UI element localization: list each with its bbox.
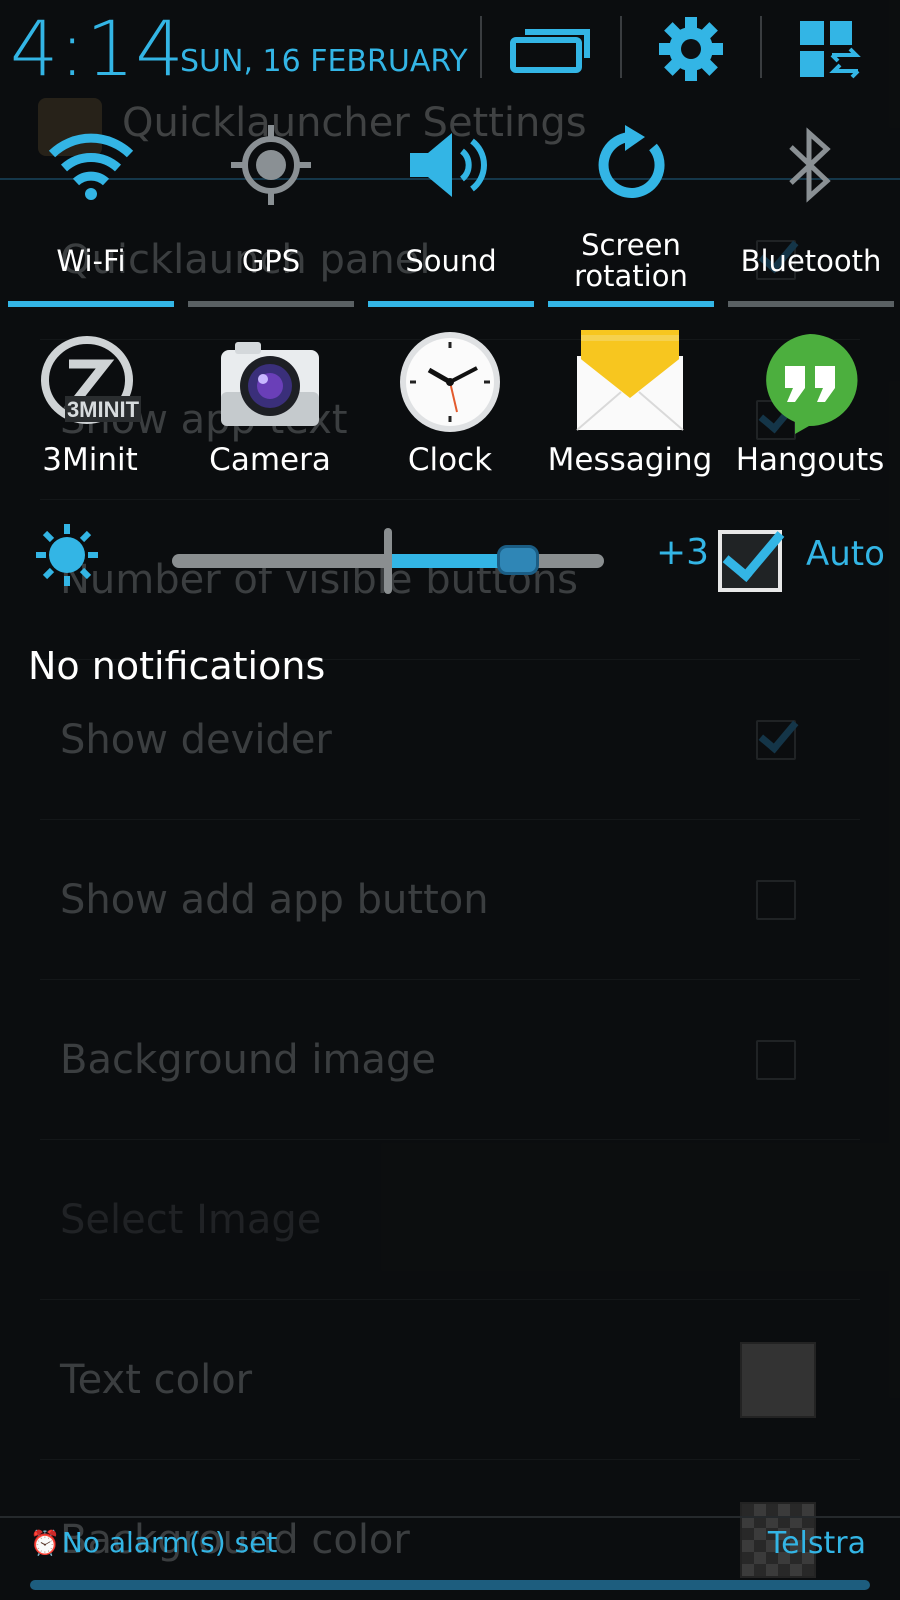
- toggle-bluetooth[interactable]: Bluetooth: [728, 110, 894, 315]
- toggle-indicator-on: [8, 301, 174, 307]
- toggle-indicator-off: [728, 301, 894, 307]
- header-clock[interactable]: 4:14: [10, 4, 185, 93]
- toggle-icon-box: [8, 120, 174, 210]
- toggle-gps[interactable]: GPS: [188, 110, 354, 315]
- app-camera[interactable]: Camera: [180, 320, 360, 490]
- sound-icon: [410, 133, 487, 197]
- brightness-slider-center-mark: [384, 528, 392, 594]
- app-clock[interactable]: Clock: [360, 320, 540, 490]
- auto-brightness-label[interactable]: Auto: [806, 534, 885, 574]
- app-messaging[interactable]: Messaging: [540, 320, 720, 490]
- carrier-label: Telstra: [767, 1526, 866, 1561]
- quick-settings-button[interactable]: [788, 14, 874, 84]
- toggle-screen-rotation[interactable]: Screen rotation: [548, 110, 714, 315]
- alarm-status[interactable]: ⏰ No alarm(s) set: [30, 1526, 277, 1559]
- toggle-indicator-on: [548, 301, 714, 307]
- gps-icon: [231, 125, 311, 205]
- shade-header: 4:14 SUN, 16 FEBRUARY: [0, 0, 900, 100]
- quick-toggles: Wi-Fi GPS Sound Screen rotation Bluetoot…: [0, 110, 900, 315]
- toggle-label: Sound: [405, 243, 497, 278]
- header-divider: [620, 16, 622, 78]
- wifi-icon: [48, 133, 134, 200]
- brightness-slider[interactable]: [172, 528, 604, 594]
- toggle-label: Screen rotation: [574, 228, 688, 293]
- brightness-row: +3 Auto: [0, 500, 900, 620]
- alarm-text: No alarm(s) set: [61, 1526, 278, 1559]
- quick-settings-grid-icon: [800, 21, 861, 79]
- 3minit-icon: 3MINIT: [41, 336, 141, 424]
- bluetooth-icon: [789, 127, 831, 203]
- gear-icon: [659, 17, 723, 81]
- auto-brightness-checkbox[interactable]: [718, 530, 782, 592]
- shade-drag-handle[interactable]: [30, 1580, 870, 1590]
- header-divider: [760, 16, 762, 78]
- notification-shade: 4:14 SUN, 16 FEBRUARY Wi-Fi GPS Sound Sc…: [0, 0, 900, 1600]
- brightness-value: +3: [656, 532, 710, 573]
- app-label: Messaging: [547, 442, 713, 478]
- app-label: Hangouts: [735, 442, 885, 478]
- app-3minit[interactable]: 3MINIT 3Minit: [0, 320, 180, 490]
- header-divider: [480, 16, 482, 78]
- shade-footer: ⏰ No alarm(s) set Telstra: [0, 1516, 900, 1600]
- toggle-label: Bluetooth: [740, 243, 882, 278]
- recent-apps-button[interactable]: [508, 14, 594, 84]
- messaging-icon: [576, 330, 684, 431]
- recent-apps-icon: [510, 29, 590, 73]
- hangouts-icon: [766, 334, 858, 434]
- toggle-icon-box: [368, 120, 534, 210]
- app-shortcuts: 3MINIT 3Minit Camera Clock Messaging Han…: [0, 320, 900, 490]
- toggle-indicator-off: [188, 301, 354, 307]
- camera-icon: [221, 342, 319, 426]
- app-label: Clock: [407, 442, 493, 478]
- svg-text:3MINIT: 3MINIT: [67, 397, 140, 422]
- header-date[interactable]: SUN, 16 FEBRUARY: [180, 44, 468, 79]
- toggle-wifi[interactable]: Wi-Fi: [8, 110, 174, 315]
- no-notifications-text: No notifications: [28, 644, 326, 688]
- app-label: 3Minit: [42, 442, 138, 478]
- toggle-indicator-on: [368, 301, 534, 307]
- app-label: Camera: [209, 442, 331, 478]
- toggle-label: Wi-Fi: [56, 243, 126, 278]
- alarm-clock-icon: ⏰: [30, 1528, 60, 1557]
- toggle-icon-box: [188, 120, 354, 210]
- toggle-sound[interactable]: Sound: [368, 110, 534, 315]
- rotation-icon: [598, 125, 665, 198]
- toggle-icon-box: [548, 120, 714, 210]
- brightness-slider-thumb[interactable]: [497, 545, 539, 575]
- toggle-label: GPS: [241, 243, 301, 278]
- settings-button[interactable]: [648, 14, 734, 84]
- app-hangouts[interactable]: Hangouts: [720, 320, 900, 490]
- clock-icon: [400, 332, 500, 432]
- brightness-sun-icon: [36, 524, 98, 586]
- toggle-icon-box: [728, 120, 894, 210]
